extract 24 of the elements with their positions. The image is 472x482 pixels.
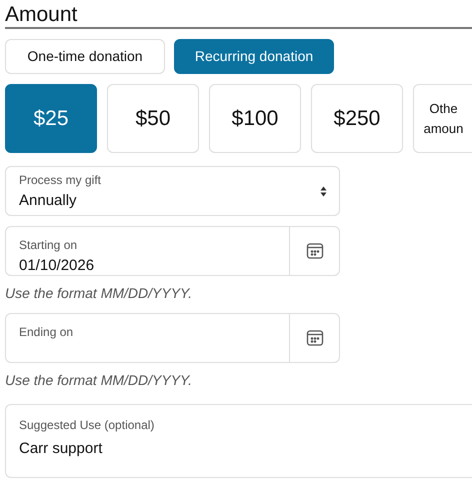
field-label: Process my gift [19, 172, 102, 188]
format-hint: Use the format MM/DD/YYYY. [5, 284, 193, 303]
field-label: Ending on [19, 324, 74, 340]
amount-option[interactable]: $100 [209, 84, 301, 153]
field-label: Starting on [19, 237, 78, 253]
calendar-icon [306, 242, 324, 260]
select-field[interactable]: Process my gift Annually [5, 166, 340, 216]
frequency-tab[interactable]: One-time donation [5, 39, 165, 74]
calendar-icon [306, 329, 324, 347]
field-value: Carr support [19, 439, 104, 459]
frequency-tab[interactable]: Recurring donation [174, 39, 334, 74]
field-label: Suggested Use (optional) [19, 417, 156, 433]
amount-option[interactable]: $50 [107, 84, 199, 153]
date-field[interactable]: Ending on [5, 313, 340, 363]
date-field[interactable]: Starting on 01/10/2026 [5, 226, 340, 276]
amount-option[interactable]: $250 [311, 84, 403, 153]
field-value: Annually [19, 190, 78, 210]
text-field[interactable]: Suggested Use (optional) Carr support [5, 404, 472, 478]
sort-arrows-icon [320, 186, 327, 196]
format-hint: Use the format MM/DD/YYYY. [5, 371, 193, 390]
amount-option[interactable]: $25 [5, 84, 97, 153]
amount-option[interactable]: Othe amoun [413, 84, 472, 153]
field-value: 01/10/2026 [19, 256, 96, 276]
section-heading: Amount [5, 2, 78, 27]
